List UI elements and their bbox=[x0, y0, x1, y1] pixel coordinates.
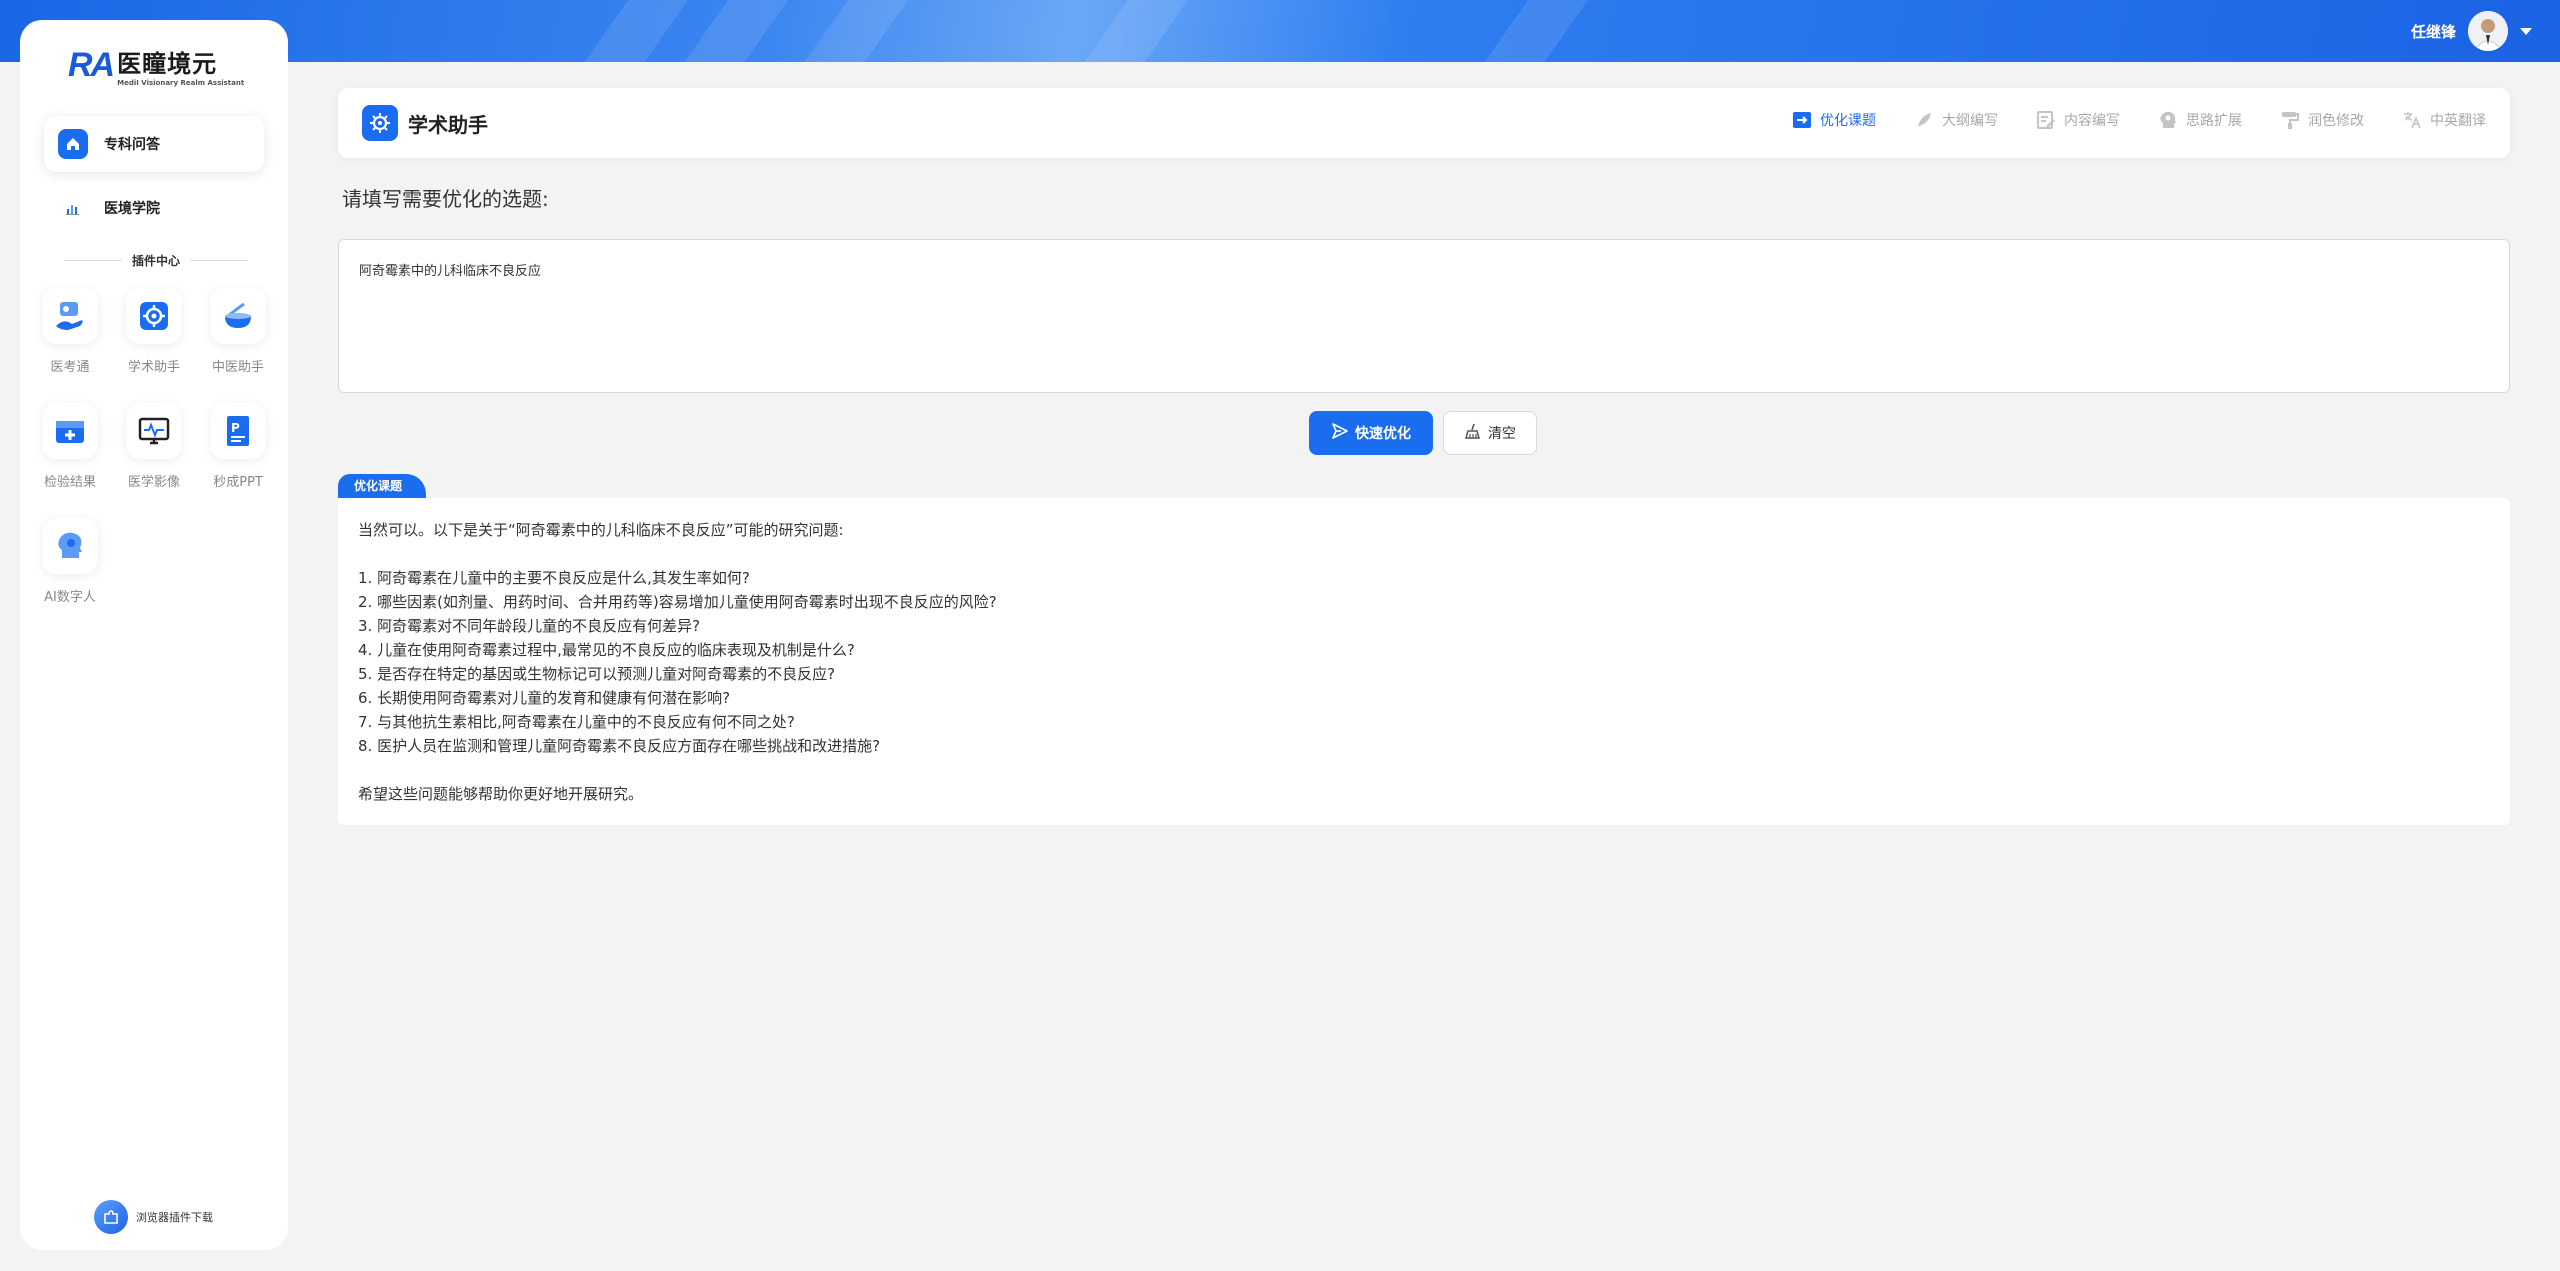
sidebar-item-academy[interactable]: 医境学院 bbox=[44, 180, 264, 236]
chevron-down-icon[interactable] bbox=[2520, 27, 2532, 35]
ai-head-icon bbox=[42, 518, 98, 574]
sidebar-item-specialty-qa[interactable]: 专科问答 bbox=[44, 116, 264, 172]
result-output: 当然可以。以下是关于“阿奇霉素中的儿科临床不良反应”可能的研究问题: 1. 阿奇… bbox=[338, 498, 2510, 825]
plugin-ppt[interactable]: P 秒成PPT bbox=[198, 403, 278, 490]
result-line bbox=[358, 758, 2490, 782]
monitor-pulse-icon bbox=[126, 403, 182, 459]
plugin-academic[interactable]: 学术助手 bbox=[114, 288, 194, 375]
browser-extension-download[interactable]: 浏览器插件下载 bbox=[94, 1200, 213, 1234]
gear-molecule-icon bbox=[362, 105, 398, 141]
header-card: 学术助手 优化课题 大纲编写 内容编写 思路扩展 润色修改 中英翻译 bbox=[338, 88, 2510, 158]
edit-doc-icon bbox=[2036, 110, 2056, 130]
arrow-box-icon bbox=[1792, 110, 1812, 130]
prompt-label: 请填写需要优化的选题: bbox=[342, 187, 549, 211]
clear-button-label: 清空 bbox=[1488, 426, 1516, 442]
result-line: 1. 阿奇霉素在儿童中的主要不良反应是什么,其发生率如何? bbox=[358, 569, 750, 587]
tab-label: 优化课题 bbox=[1820, 113, 1876, 129]
tab-optimize-topic[interactable]: 优化课题 bbox=[1792, 110, 1876, 130]
user-name: 任继锋 bbox=[2410, 22, 2456, 41]
plugin-center-title: 插件中心 bbox=[132, 254, 181, 268]
logo: RA 医瞳境元 MediI Visionary Realm Assistant bbox=[68, 44, 244, 87]
plugin-label: 检验结果 bbox=[43, 475, 96, 490]
decor-stripe bbox=[763, 0, 937, 62]
sidebar-item-label: 专科问答 bbox=[104, 137, 160, 153]
result-line: 2. 哪些因素(如剂量、用药时间、合并用药等)容易增加儿童使用阿奇霉素时出现不良… bbox=[358, 593, 997, 611]
result-line: 3. 阿奇霉素对不同年龄段儿童的不良反应有何差异? bbox=[358, 617, 701, 635]
puzzle-icon bbox=[94, 1200, 128, 1234]
sidebar-item-label: 医境学院 bbox=[104, 201, 160, 217]
result-line: 4. 儿童在使用阿奇霉素过程中,最常见的不良反应的临床表现及机制是什么? bbox=[358, 641, 855, 659]
result-line: 当然可以。以下是关于“阿奇霉素中的儿科临床不良反应”可能的研究问题: bbox=[358, 521, 844, 539]
plugin-label: 医学影像 bbox=[127, 475, 180, 490]
feather-icon bbox=[1914, 110, 1934, 130]
optimize-button[interactable]: 快速优化 bbox=[1309, 411, 1433, 455]
tab-label: 思路扩展 bbox=[2186, 113, 2242, 129]
topic-input[interactable]: 阿奇霉素中的儿科临床不良反应 bbox=[338, 239, 2510, 393]
clear-button[interactable]: 清空 bbox=[1443, 411, 1537, 455]
result-tag: 优化课题 bbox=[338, 474, 427, 498]
medical-box-icon bbox=[42, 403, 98, 459]
browser-extension-label: 浏览器插件下载 bbox=[136, 1211, 213, 1224]
plugin-label: 医考通 bbox=[50, 360, 90, 375]
svg-text:P: P bbox=[231, 421, 240, 435]
logo-title: 医瞳境元 bbox=[117, 50, 218, 78]
broom-icon bbox=[1464, 422, 1482, 444]
home-icon bbox=[58, 129, 88, 159]
result-line bbox=[358, 542, 2490, 566]
plugin-label: 学术助手 bbox=[127, 360, 180, 375]
decor-stripe bbox=[1043, 0, 1217, 62]
tab-polish[interactable]: 润色修改 bbox=[2280, 110, 2364, 130]
plugin-label: 中医助手 bbox=[211, 360, 264, 375]
plugin-center-divider: 插件中心 bbox=[64, 252, 249, 269]
decor-stripe bbox=[1443, 0, 1617, 62]
herbal-bowl-icon bbox=[210, 288, 266, 344]
optimize-button-label: 快速优化 bbox=[1355, 426, 1411, 442]
tab-label: 润色修改 bbox=[2308, 113, 2364, 129]
doctor-exam-icon bbox=[42, 288, 98, 344]
bar-chart-icon bbox=[58, 193, 88, 223]
translate-icon bbox=[2402, 110, 2422, 130]
divider-line bbox=[190, 260, 249, 261]
tab-label: 中英翻译 bbox=[2430, 113, 2486, 129]
plugin-lab-results[interactable]: 检验结果 bbox=[30, 403, 110, 490]
result-line: 希望这些问题能够帮助你更好地开展研究。 bbox=[358, 785, 644, 803]
tab-content-writing[interactable]: 内容编写 bbox=[2036, 110, 2120, 130]
send-icon bbox=[1331, 422, 1349, 444]
logo-mark: RA bbox=[68, 46, 115, 84]
tab-label: 大纲编写 bbox=[1942, 113, 1998, 129]
paint-roller-icon bbox=[2280, 110, 2300, 130]
avatar[interactable] bbox=[2468, 11, 2508, 51]
user-menu[interactable]: 任继锋 bbox=[2411, 9, 2532, 53]
ppt-file-icon: P bbox=[210, 403, 266, 459]
app-title: 学术助手 bbox=[362, 105, 488, 141]
divider-line bbox=[64, 260, 122, 261]
avatar-image bbox=[2468, 11, 2508, 51]
plugin-ai-human[interactable]: AI数字人 bbox=[30, 518, 110, 605]
page-title: 学术助手 bbox=[408, 112, 488, 137]
tab-translate[interactable]: 中英翻译 bbox=[2402, 110, 2486, 130]
result-line: 8. 医护人员在监测和管理儿童阿奇霉素不良反应方面存在哪些挑战和改进措施? bbox=[358, 737, 881, 755]
plugin-imaging[interactable]: 医学影像 bbox=[114, 403, 194, 490]
plugin-label: AI数字人 bbox=[44, 590, 96, 605]
tab-bar: 优化课题 大纲编写 内容编写 思路扩展 润色修改 中英翻译 bbox=[1792, 110, 2486, 130]
plugin-exam[interactable]: 医考通 bbox=[30, 288, 110, 375]
top-bar: 任继锋 bbox=[0, 0, 2560, 62]
tab-idea-expansion[interactable]: 思路扩展 bbox=[2158, 110, 2242, 130]
plugin-tcm[interactable]: 中医助手 bbox=[198, 288, 278, 375]
tab-label: 内容编写 bbox=[2064, 113, 2120, 129]
brain-head-icon bbox=[2158, 110, 2178, 130]
sidebar: RA 医瞳境元 MediI Visionary Realm Assistant … bbox=[20, 20, 288, 1250]
gear-molecule-icon bbox=[126, 288, 182, 344]
result-line: 6. 长期使用阿奇霉素对儿童的发育和健康有何潜在影响? bbox=[358, 689, 731, 707]
result-line: 5. 是否存在特定的基因或生物标记可以预测儿童对阿奇霉素的不良反应? bbox=[358, 665, 836, 683]
plugin-label: 秒成PPT bbox=[213, 475, 263, 490]
logo-subtitle: MediI Visionary Realm Assistant bbox=[117, 79, 245, 87]
tab-outline[interactable]: 大纲编写 bbox=[1914, 110, 1998, 130]
result-line: 7. 与其他抗生素相比,阿奇霉素在儿童中的不良反应有何不同之处? bbox=[358, 713, 795, 731]
